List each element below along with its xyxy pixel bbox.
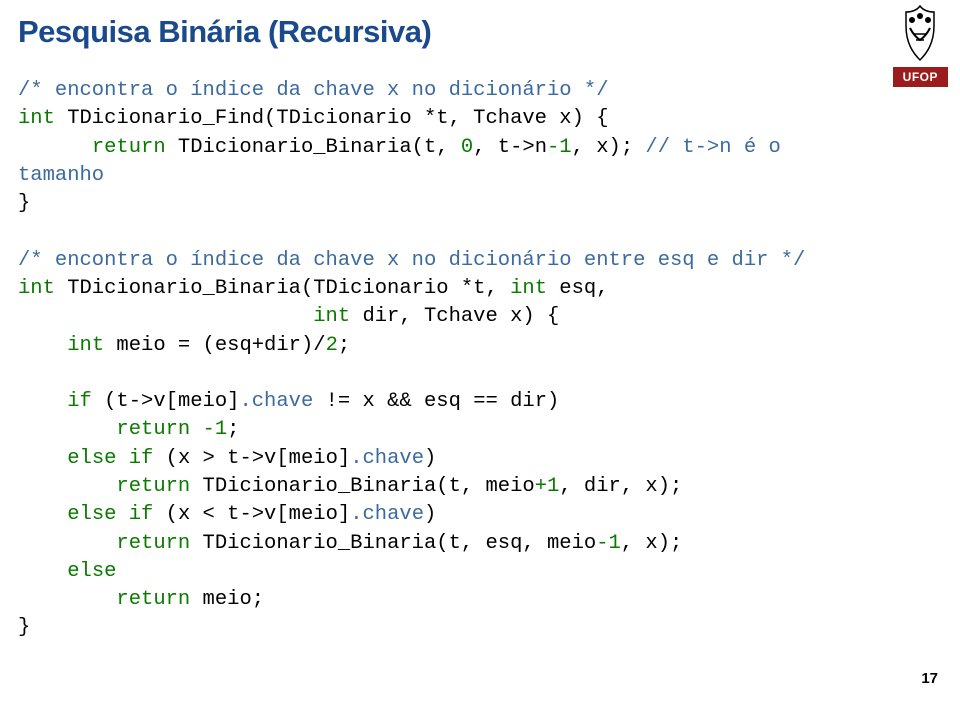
code-text: TDicionario_Binaria(TDicionario *t, — [55, 277, 510, 300]
code-num: +1 — [535, 475, 560, 498]
code-text: dir, Tchave x) { — [350, 305, 559, 328]
code-num: -1 — [547, 136, 572, 159]
code-pad — [18, 305, 313, 328]
code-comment: /* encontra o índice da chave x no dicio… — [18, 249, 805, 272]
code-text: meio; — [190, 588, 264, 611]
code-member: .chave — [350, 447, 424, 470]
slide-header: Pesquisa Binária (Recursiva) UFOP — [0, 0, 960, 65]
code-text: ; — [338, 334, 350, 357]
code-text: ) — [424, 447, 436, 470]
code-text: TDicionario_Binaria(t, esq, meio — [190, 532, 596, 555]
code-kw: int — [510, 277, 547, 300]
code-pad — [18, 334, 67, 357]
code-pad — [18, 588, 116, 611]
code-text: meio = (esq+dir)/ — [104, 334, 325, 357]
code-comment: tamanho — [18, 164, 104, 187]
code-kw: else if — [67, 503, 153, 526]
code-kw: else — [67, 560, 116, 583]
code-pad — [18, 503, 67, 526]
code-text: TDicionario_Binaria(t, meio — [190, 475, 534, 498]
code-num: -1 — [190, 418, 227, 441]
code-num: -1 — [596, 532, 621, 555]
code-block: /* encontra o índice da chave x no dicio… — [18, 77, 805, 643]
code-kw: else if — [67, 447, 153, 470]
code-kw: return — [116, 475, 190, 498]
code-text: , dir, x); — [559, 475, 682, 498]
code-text: ; — [227, 418, 239, 441]
code-text: } — [18, 192, 30, 215]
code-text: } — [18, 616, 30, 639]
code-pad — [18, 390, 67, 413]
code-kw: int — [18, 277, 55, 300]
code-text: (x > t->v[meio] — [153, 447, 350, 470]
code-pad — [18, 475, 116, 498]
code-kw: return — [92, 136, 166, 159]
code-pad — [18, 418, 116, 441]
code-kw: return — [116, 588, 190, 611]
ufop-badge: UFOP — [893, 67, 948, 87]
code-kw: int — [313, 305, 350, 328]
code-pad — [18, 532, 116, 555]
code-pad — [18, 447, 67, 470]
code-kw: int — [18, 107, 55, 130]
code-text: , t->n — [473, 136, 547, 159]
slide-title: Pesquisa Binária (Recursiva) — [18, 14, 431, 50]
code-text: (x < t->v[meio] — [153, 503, 350, 526]
code-text: ) — [424, 503, 436, 526]
code-member: .chave — [350, 503, 424, 526]
page-number: 17 — [921, 670, 938, 687]
code-comment: // t->n é o — [645, 136, 780, 159]
code-num: 0 — [461, 136, 473, 159]
logo-block: UFOP — [880, 0, 960, 100]
code-text: esq, — [547, 277, 609, 300]
code-kw: int — [67, 334, 104, 357]
code-kw: return — [116, 532, 190, 555]
code-pad — [18, 136, 92, 159]
code-text: , x); — [572, 136, 646, 159]
code-text: TDicionario_Find(TDicionario *t, Tchave … — [55, 107, 609, 130]
code-member: .chave — [239, 390, 313, 413]
code-pad — [18, 560, 67, 583]
code-num: 2 — [326, 334, 338, 357]
ufop-crest-icon — [896, 4, 944, 62]
code-text: TDicionario_Binaria(t, — [166, 136, 461, 159]
code-text: , x); — [621, 532, 683, 555]
code-kw: return — [116, 418, 190, 441]
code-comment: /* encontra o índice da chave x no dicio… — [18, 79, 609, 102]
code-text: (t->v[meio] — [92, 390, 240, 413]
code-kw: if — [67, 390, 92, 413]
code-text: != x && esq == dir) — [313, 390, 559, 413]
